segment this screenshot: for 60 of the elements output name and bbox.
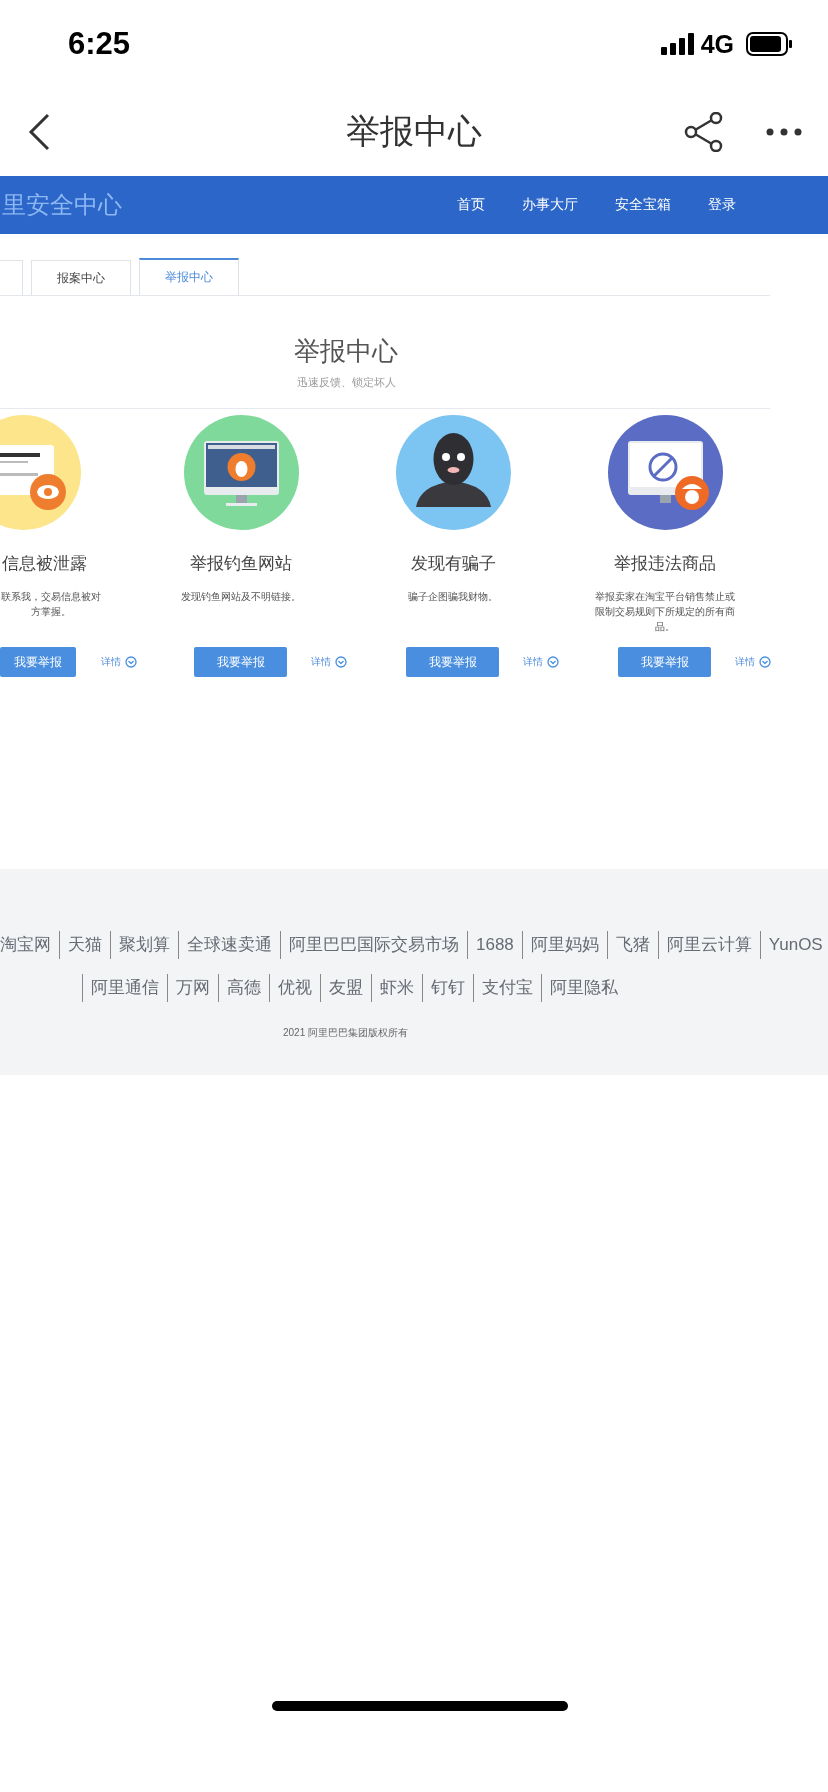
report-button[interactable]: 我要举报 <box>618 647 711 677</box>
chevron-down-icon[interactable] <box>335 656 347 668</box>
share-icon[interactable] <box>684 112 724 152</box>
card-title: 发现有骗子 <box>410 553 496 575</box>
signal-icon <box>660 33 695 55</box>
footer-link[interactable]: 天猫 <box>59 931 110 959</box>
site-menu-link[interactable]: 登录 <box>708 196 736 214</box>
back-icon[interactable] <box>28 113 50 151</box>
footer-link[interactable]: 全球速卖通 <box>178 931 280 959</box>
site-menu-link[interactable]: 办事大厅 <box>522 196 578 214</box>
report-button[interactable]: 我要举报 <box>194 647 287 677</box>
footer-link[interactable]: 阿里巴巴国际交易市场 <box>280 931 467 959</box>
chevron-down-icon[interactable] <box>759 656 771 668</box>
section-title: 举报中心 <box>294 335 398 368</box>
details-link[interactable]: 详情 <box>735 655 755 669</box>
masked-person-icon <box>395 415 511 530</box>
footer-link[interactable]: YunOS <box>759 931 828 959</box>
footer-link[interactable]: 阿里云计算 <box>657 931 760 959</box>
card-title: 举报违法商品 <box>614 553 716 575</box>
footer-link[interactable]: 阿里隐私 <box>541 974 626 1002</box>
copyright-text: 2021 阿里巴巴集团版权所有 <box>283 1026 409 1040</box>
status-time: 6:25 <box>68 26 131 62</box>
footer-link[interactable]: 聚划算 <box>110 931 178 959</box>
site-logo[interactable]: 里安全中心 <box>2 189 122 221</box>
details-link[interactable]: 详情 <box>523 655 543 669</box>
more-icon[interactable] <box>766 128 802 136</box>
tab[interactable]: 举报中心 <box>139 258 239 295</box>
card-description: 骗子企图骗我财物。 <box>407 590 499 604</box>
monitor-police-icon <box>607 415 723 530</box>
card-description: 发现钓鱼网站及不明链接。 <box>180 590 302 604</box>
page-title: 举报中心 <box>346 111 482 152</box>
tab[interactable]: 报案中心 <box>31 260 131 295</box>
footer-link[interactable]: 友盟 <box>320 974 371 1002</box>
footer-link[interactable]: 万网 <box>167 974 218 1002</box>
monitor-bug-icon <box>183 415 299 530</box>
footer-link[interactable]: 飞猪 <box>606 931 658 959</box>
footer-link[interactable]: 淘宝网 <box>0 931 59 959</box>
footer-link[interactable]: 阿里妈妈 <box>521 931 607 959</box>
footer-link[interactable]: 钉钉 <box>422 974 473 1002</box>
card-description: 联系我，交易信息被对方掌握。 <box>0 590 102 619</box>
details-link[interactable]: 详情 <box>311 655 331 669</box>
chevron-down-icon[interactable] <box>547 656 559 668</box>
details-link[interactable]: 详情 <box>101 655 121 669</box>
card-title: 举报钓鱼网站 <box>190 553 292 575</box>
footer-link[interactable]: 支付宝 <box>473 974 541 1002</box>
site-menu-link[interactable]: 首页 <box>457 196 485 214</box>
footer-link[interactable]: 优视 <box>269 974 320 1002</box>
footer-link[interactable]: 高德 <box>218 974 269 1002</box>
report-button[interactable]: 我要举报 <box>406 647 499 677</box>
network-label: 4G <box>700 29 734 59</box>
card-description: 举报卖家在淘宝平台销售禁止或限制交易规则下所规定的所有商品。 <box>594 590 736 634</box>
section-subtitle: 迅速反馈、锁定坏人 <box>296 375 396 390</box>
battery-icon <box>746 32 792 56</box>
report-button[interactable]: 我要举报 <box>0 647 76 677</box>
site-menu-link[interactable]: 安全宝箱 <box>615 196 671 214</box>
footer-link[interactable]: 1688 <box>467 931 522 959</box>
chevron-down-icon[interactable] <box>125 656 137 668</box>
card-title: 信息被泄露 <box>2 553 87 575</box>
footer-link[interactable]: 阿里通信 <box>82 974 167 1002</box>
footer-link[interactable]: 虾米 <box>371 974 422 1002</box>
